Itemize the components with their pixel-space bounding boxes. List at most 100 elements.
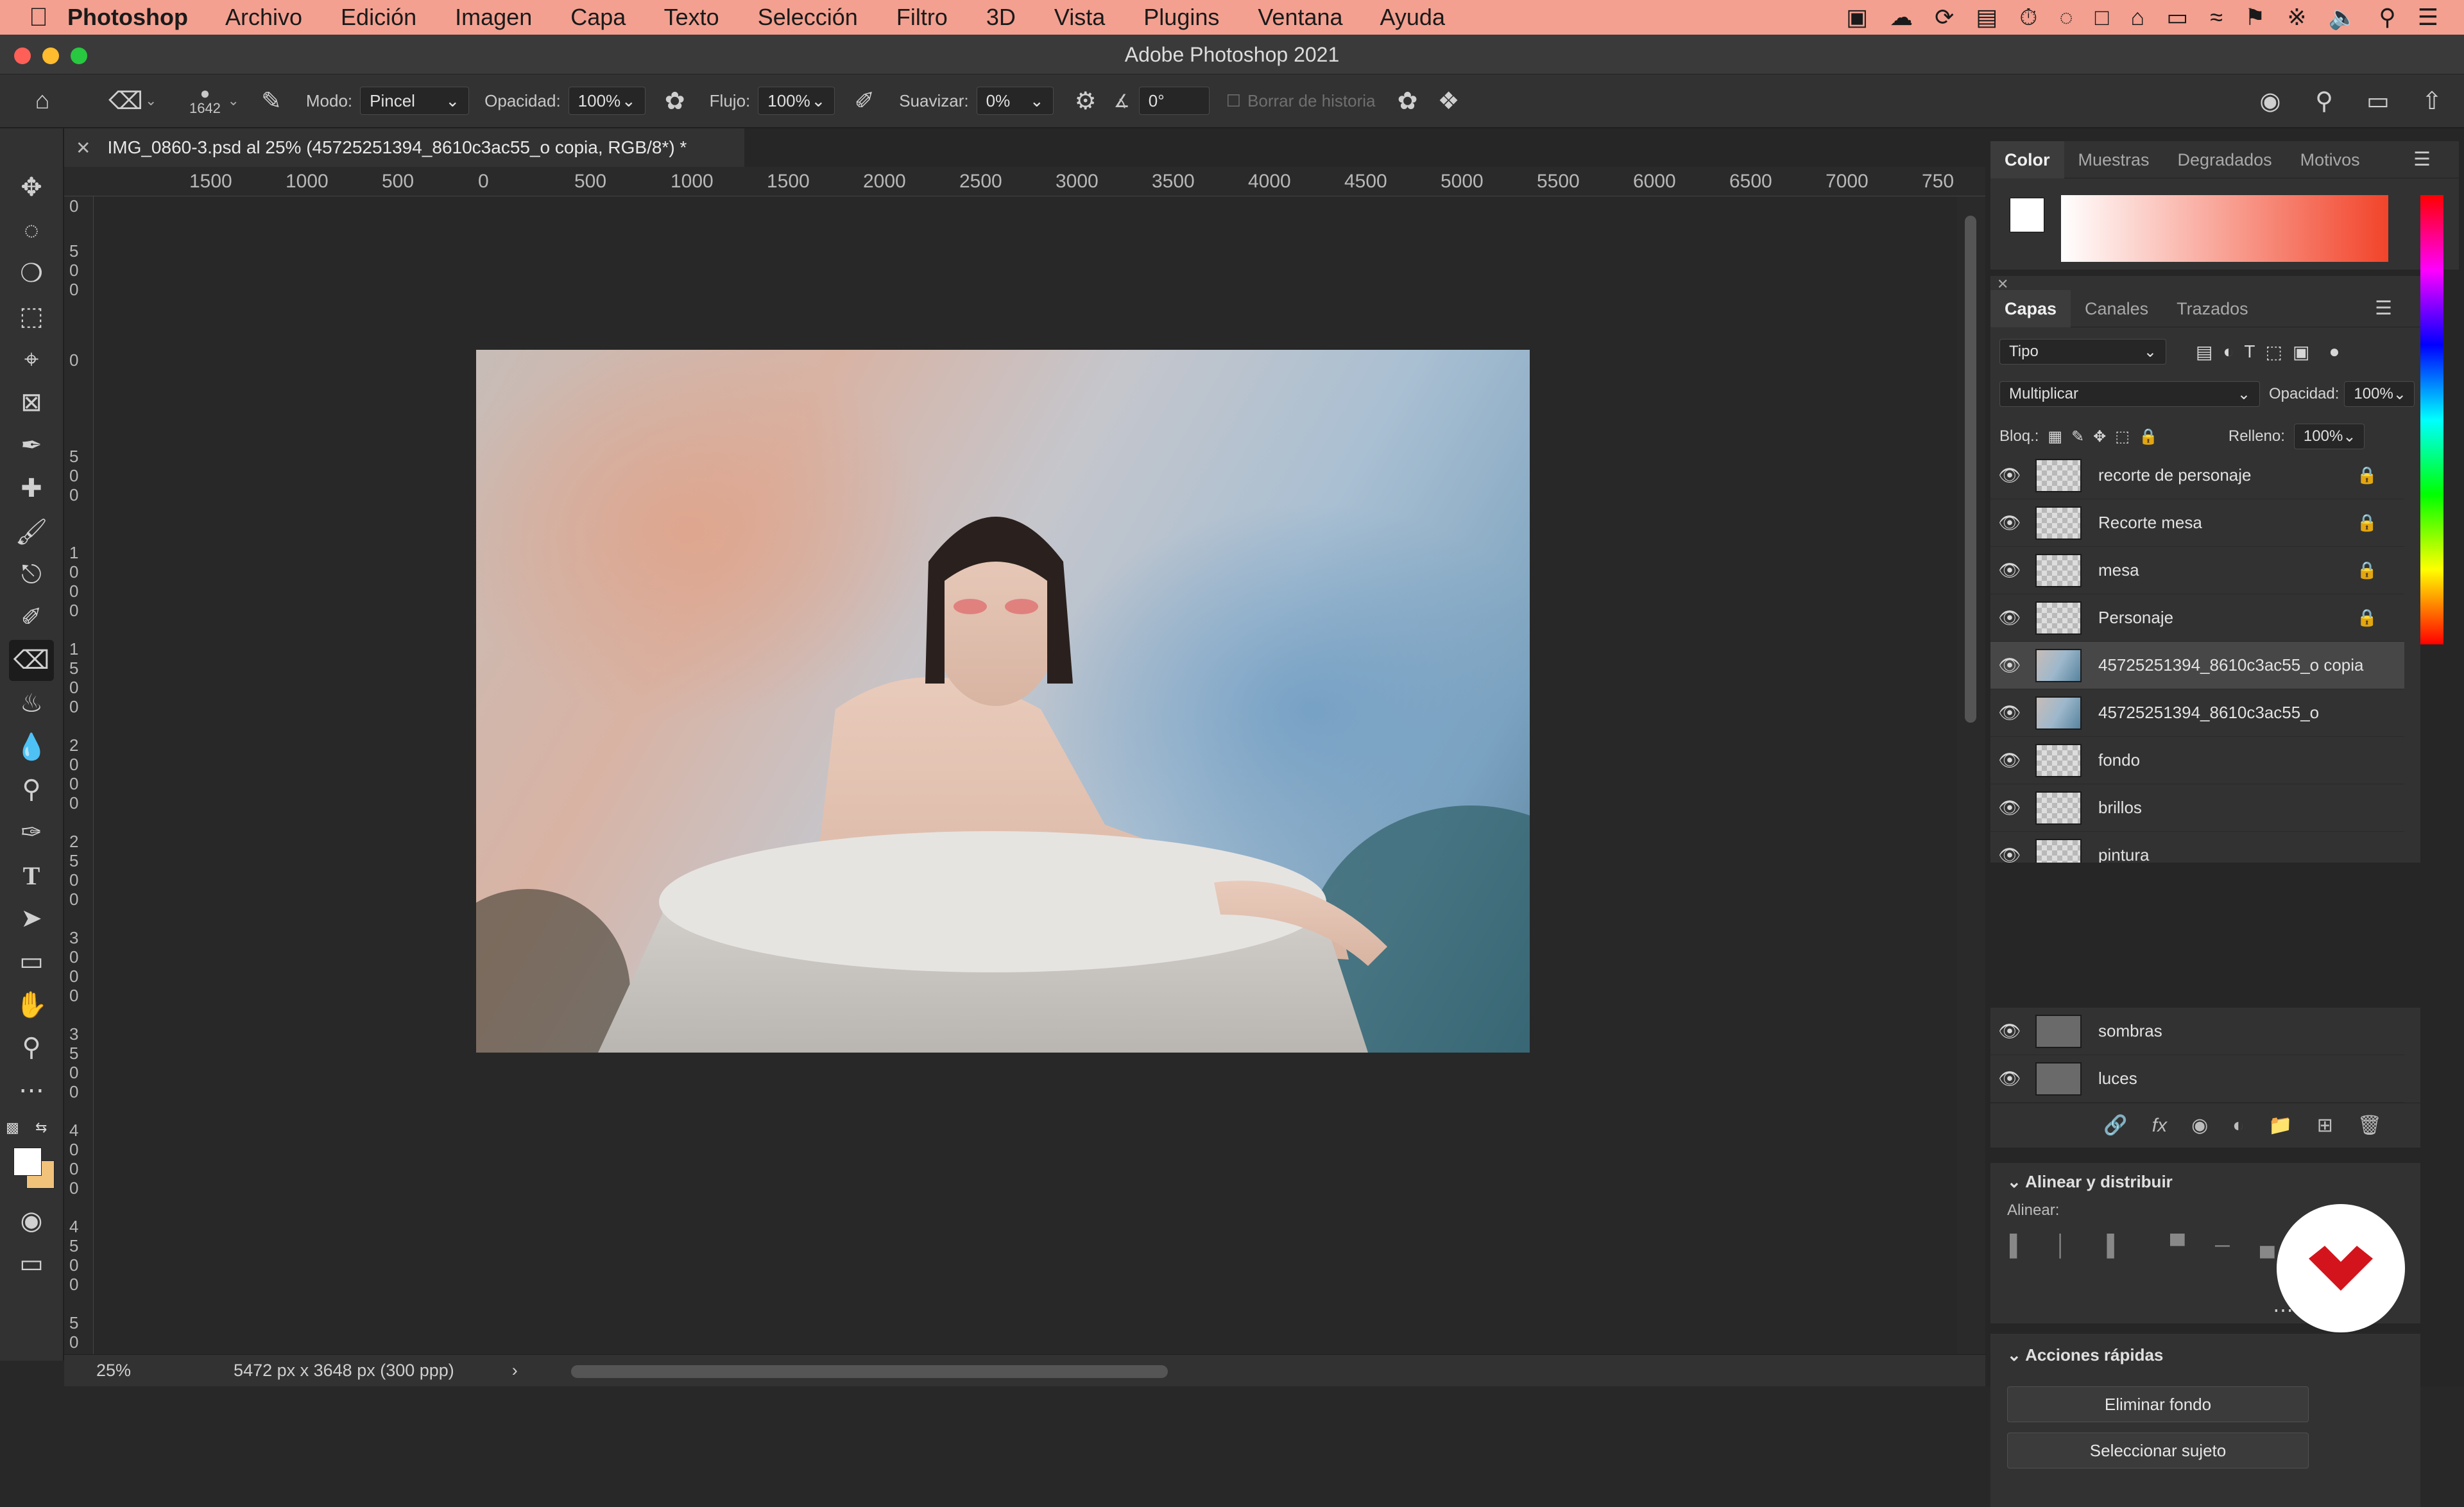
layer-fondo[interactable]: 👁 fondo [1990, 737, 2404, 784]
lock-all-icon[interactable]: 🔒 [2139, 427, 2158, 446]
menu-capa[interactable]: Capa [570, 4, 626, 30]
shortcut-icon[interactable]: □ [2095, 4, 2109, 31]
shape-filter-icon[interactable]: ⬚ [2266, 341, 2282, 363]
panel-menu-icon[interactable]: ☰ [2361, 290, 2406, 327]
tab-degradados[interactable]: Degradados [2164, 141, 2286, 178]
stamp-tool-icon[interactable]: ⎋ [9, 554, 54, 595]
eye-icon[interactable]: 👁 [1990, 702, 2029, 723]
menu-seleccion[interactable]: Selección [758, 4, 858, 30]
eye-icon[interactable]: 👁 [1990, 797, 2029, 818]
path-select-tool-icon[interactable]: ➤ [9, 898, 54, 939]
tab-muestras[interactable]: Muestras [2064, 141, 2164, 178]
panel-menu-icon[interactable]: ☰ [2399, 141, 2445, 178]
folder-icon[interactable]: 📁 [2268, 1114, 2292, 1137]
layer-mesa[interactable]: 👁 mesa 🔒 [1990, 547, 2404, 594]
symmetry-icon[interactable]: ❖ [1429, 82, 1467, 120]
align-bottom-icon[interactable]: ▄ [2260, 1234, 2275, 1257]
brush-size-preview[interactable]: ● 1642 [182, 85, 227, 116]
lock-position-icon[interactable]: ✥ [2093, 427, 2106, 446]
display-icon[interactable]: ▭ [2166, 4, 2188, 31]
volume-icon[interactable]: 🔈 [2329, 4, 2357, 31]
select-subject-button[interactable]: Seleccionar sujeto [2007, 1433, 2309, 1468]
layer-recorte-de-personaje[interactable]: 👁 recorte de personaje 🔒 [1990, 458, 2404, 499]
blur-tool-icon[interactable]: 💧 [9, 726, 54, 767]
brush-settings-icon[interactable]: ✎ [252, 82, 291, 120]
preset-chevron-icon[interactable]: ⌄ [145, 92, 157, 109]
image-filter-icon[interactable]: ▤ [2196, 341, 2212, 363]
smooth-input[interactable]: 0% ⌄ [976, 87, 1054, 115]
zoom-tool-icon[interactable]: ⚲ [9, 1027, 54, 1068]
default-colors-icon[interactable]: ▩ [6, 1119, 19, 1136]
foreground-color-swatch[interactable] [13, 1148, 42, 1176]
trash-icon[interactable]: 🗑 [2357, 1114, 2382, 1137]
brush-chevron-icon[interactable]: ⌄ [227, 92, 239, 109]
lock-pixels-icon[interactable]: ✎ [2071, 427, 2084, 446]
color-field[interactable] [2061, 195, 2388, 262]
align-left-icon[interactable]: ▌ [2010, 1234, 2024, 1257]
remove-background-button[interactable]: Eliminar fondo [2007, 1386, 2309, 1422]
link-icon[interactable]: 🔗 [2103, 1114, 2127, 1137]
menu-imagen[interactable]: Imagen [455, 4, 532, 30]
app-status-icon[interactable]: ▣ [1846, 4, 1868, 31]
align-top-icon[interactable]: ▀ [2170, 1234, 2185, 1257]
healing-brush-tool-icon[interactable]: ✚ [9, 468, 54, 509]
sync-icon[interactable]: ⟳ [1935, 4, 1954, 31]
tab-canales[interactable]: Canales [2071, 290, 2162, 327]
layer-personaje[interactable]: 👁 Personaje 🔒 [1990, 594, 2404, 642]
menu-edicion[interactable]: Edición [341, 4, 416, 30]
opacity-input[interactable]: 100% ⌄ [568, 87, 646, 115]
eye-icon[interactable]: 👁 [1990, 1020, 2029, 1042]
document-image[interactable] [476, 350, 1530, 1053]
airbrush-icon[interactable]: ✐ [845, 82, 884, 120]
pressure-size-icon[interactable]: ✿ [1388, 82, 1426, 120]
eye-icon[interactable]: 👁 [1990, 512, 2029, 533]
ruler-horizontal[interactable]: 1500 1000 500 0 500 1000 1500 2000 2500 … [64, 167, 1989, 196]
color-fg-swatch[interactable] [2010, 198, 2044, 232]
fill-input[interactable]: 100% ⌄ [2293, 424, 2365, 449]
cloud-icon[interactable]: ◌ [2059, 4, 2073, 31]
tab-capas[interactable]: Capas [1990, 289, 2071, 327]
share-icon[interactable]: ⇧ [2413, 82, 2451, 120]
close-icon[interactable]: ✕ [76, 137, 90, 159]
brush-tool-icon[interactable]: 🖌 [9, 511, 54, 552]
calendar-icon[interactable]: ▤ [1976, 4, 1998, 31]
paint-bucket-tool-icon[interactable]: ♨ [9, 683, 54, 724]
more-tools-icon[interactable]: ⋯ [9, 1070, 54, 1111]
menu-ayuda[interactable]: Ayuda [1380, 4, 1445, 30]
gear-icon[interactable]: ⚙ [1066, 82, 1105, 120]
adjustment-filter-icon[interactable]: ◐ [2223, 341, 2234, 362]
menu-archivo[interactable]: Archivo [225, 4, 302, 30]
eraser-preset-icon[interactable]: ⌫ [107, 82, 145, 120]
layer-filter-select[interactable]: Tipo ⌄ [1999, 339, 2166, 365]
layer-luces[interactable]: 👁 luces [1990, 1055, 2404, 1103]
menu-plugins[interactable]: Plugins [1143, 4, 1219, 30]
horizontal-scroll-thumb[interactable] [571, 1365, 1168, 1378]
menu-filtro[interactable]: Filtro [896, 4, 948, 30]
type-filter-icon[interactable]: T [2244, 341, 2255, 362]
vertical-scroll-thumb[interactable] [1965, 216, 1976, 723]
apple-icon[interactable]:  [29, 3, 67, 32]
erase-history-checkbox[interactable]: ☐ [1226, 91, 1241, 111]
screen-mode-icon[interactable]: ▭ [9, 1243, 54, 1284]
collapse-icon[interactable]: ✕ [1990, 276, 2420, 292]
swap-colors-icon[interactable]: ⇆ [35, 1119, 47, 1136]
wifi-icon[interactable]: ≈ [2210, 4, 2223, 31]
zoom-window-button[interactable] [71, 47, 87, 64]
eye-icon[interactable]: 👁 [1990, 845, 2029, 863]
lock-transparency-icon[interactable]: ▦ [2048, 427, 2062, 446]
hand-tool-icon[interactable]: ✋ [9, 984, 54, 1025]
align-panel-header[interactable]: ⌄ Alinear y distribuir [2007, 1172, 2173, 1192]
menu-3d[interactable]: 3D [986, 4, 1016, 30]
new-layer-icon[interactable]: ⊞ [2317, 1114, 2333, 1137]
filter-toggle-icon[interactable]: ● [2329, 341, 2340, 362]
bluetooth-icon[interactable]: ※ [2287, 4, 2306, 31]
creative-cloud-icon[interactable]: ☁ [1890, 4, 1913, 31]
menu-vista[interactable]: Vista [1054, 4, 1105, 30]
layer-recorte-mesa[interactable]: 👁 Recorte mesa 🔒 [1990, 499, 2404, 547]
eye-icon[interactable]: 👁 [1990, 655, 2029, 676]
zoom-level[interactable]: 25% [96, 1361, 131, 1381]
mask-icon[interactable]: ◉ [2191, 1114, 2208, 1137]
layer-brillos[interactable]: 👁 brillos [1990, 784, 2404, 832]
home-tray-icon[interactable]: ⌂ [2131, 4, 2145, 31]
quick-actions-header[interactable]: ⌄ Acciones rápidas [2007, 1345, 2163, 1365]
